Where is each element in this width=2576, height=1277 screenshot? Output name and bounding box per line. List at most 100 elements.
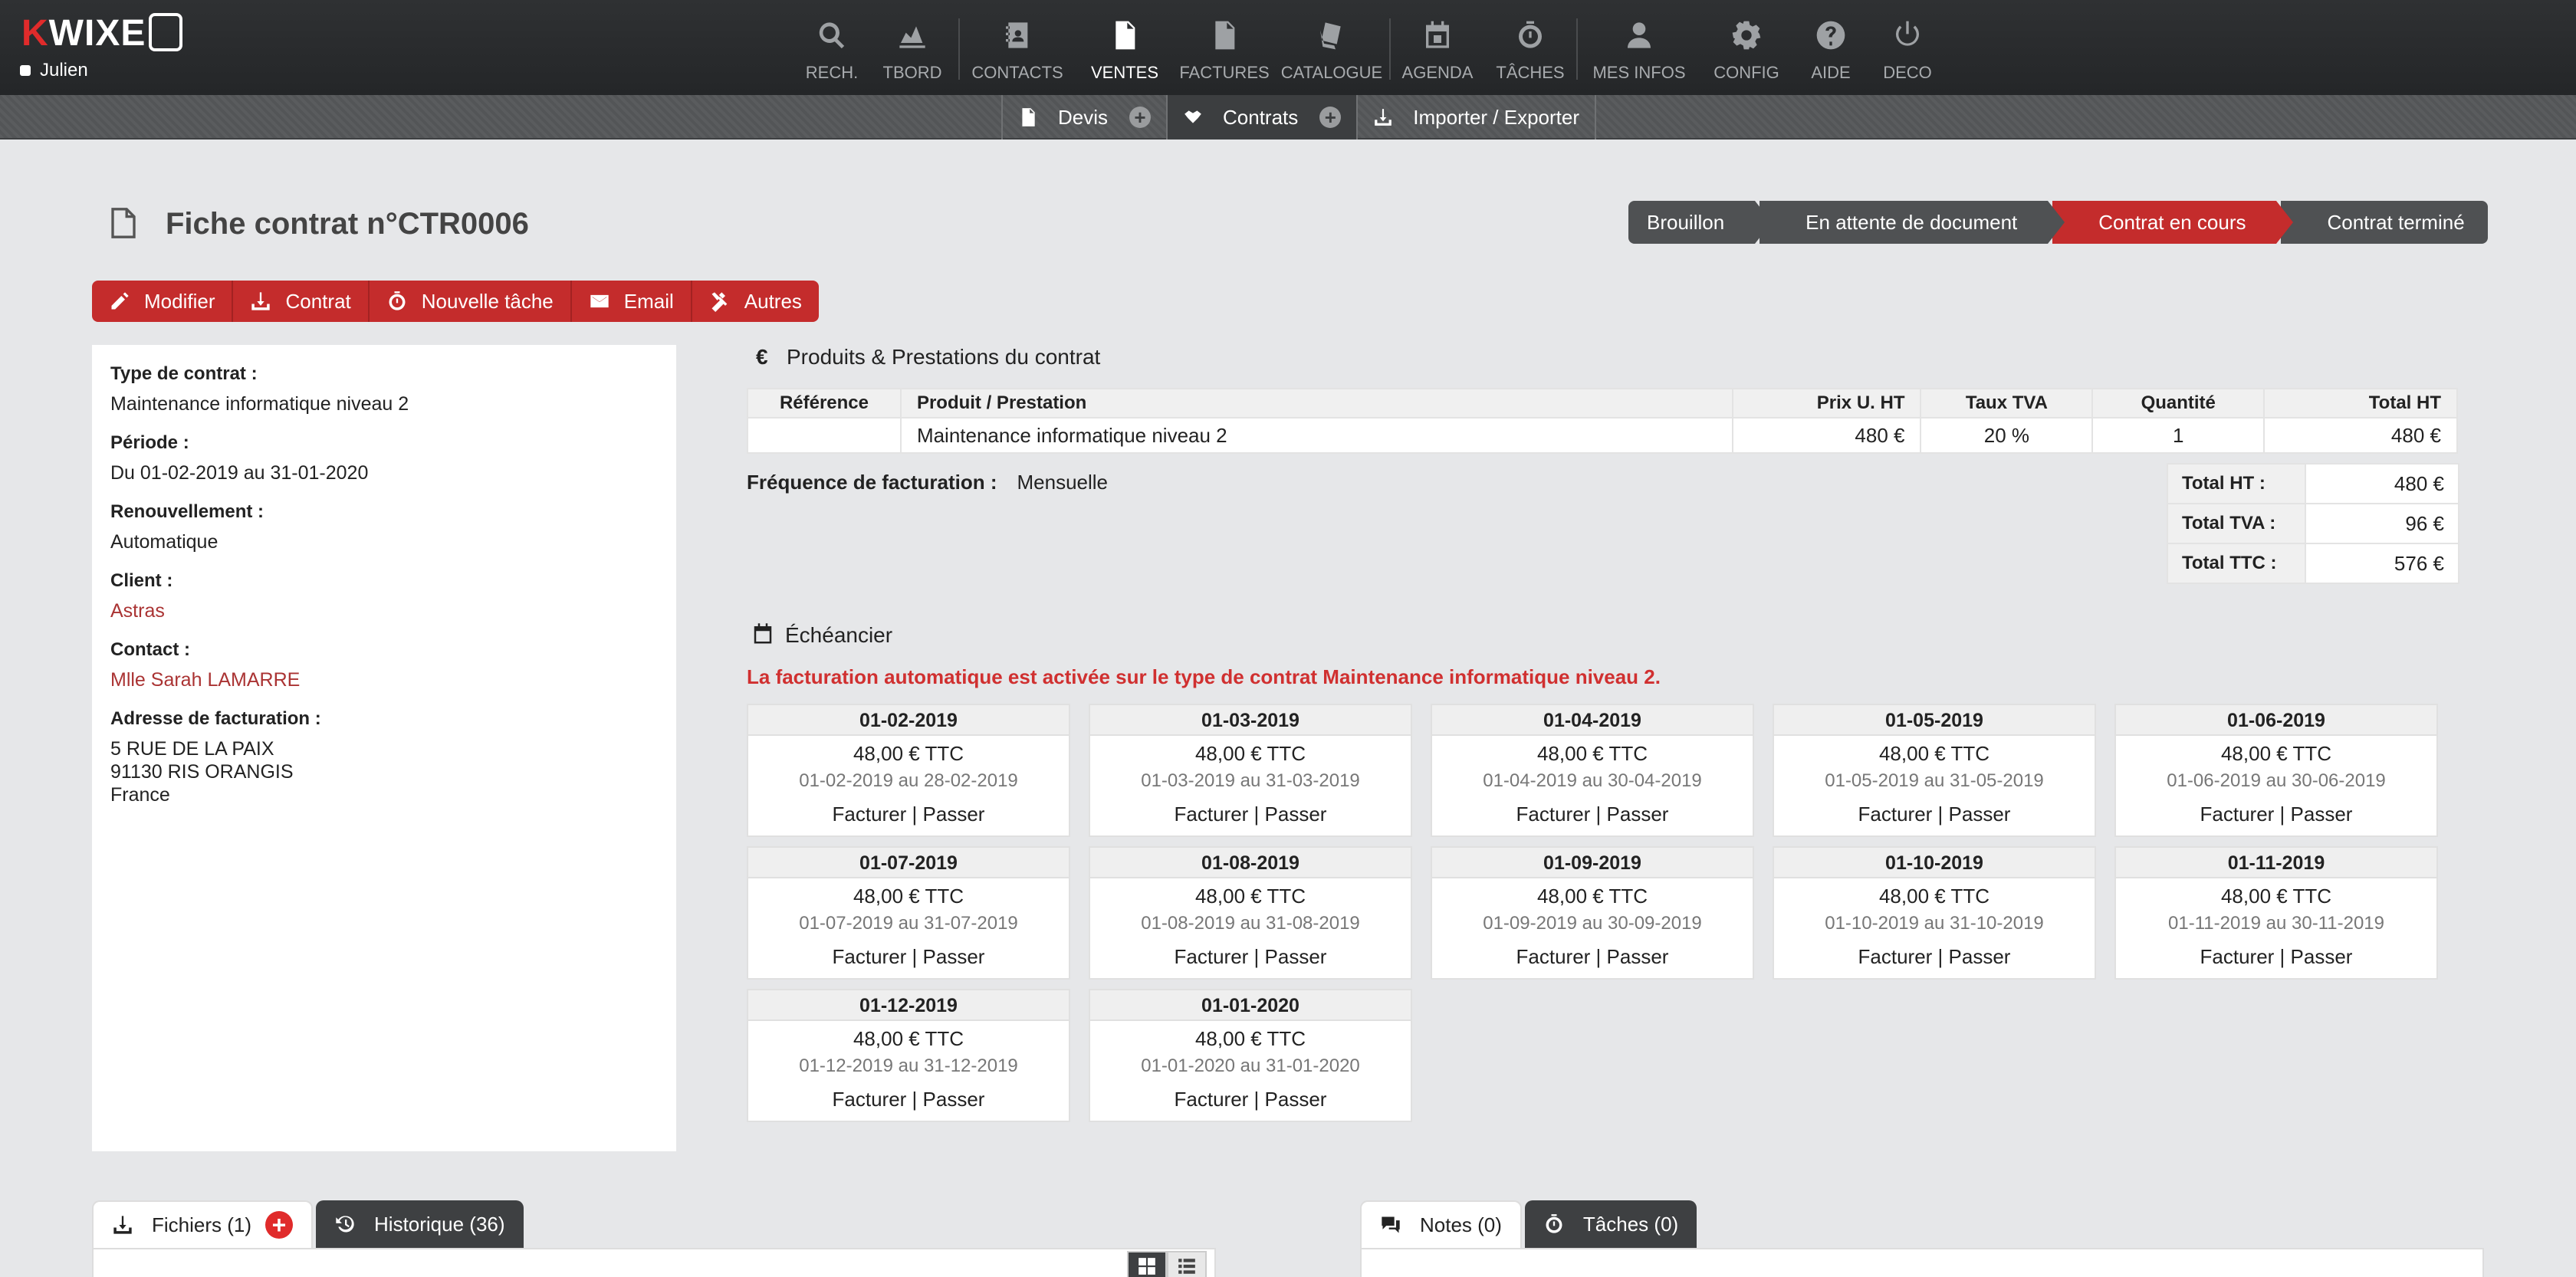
user-icon [1622,18,1656,52]
kwixeo-logo[interactable]: KWIXE [21,12,183,54]
calculator-icon [149,13,183,51]
nav-agenda[interactable]: AGENDA [1391,0,1484,95]
envelope-icon [590,294,609,308]
facturer-passer-link[interactable]: Facturer | Passer [1432,945,1753,969]
tab-fichiers[interactable]: Fichiers (1) + [92,1200,314,1248]
echeance-card: 01-04-2019 48,00 € TTC 01-04-2019 au 30-… [1431,704,1754,837]
email-button[interactable]: Email [572,281,692,322]
calendar-icon [1421,18,1454,52]
echeance-card: 01-11-2019 48,00 € TTC 01-11-2019 au 30-… [2114,846,2438,980]
address-book-icon [1001,18,1034,52]
adresse-value: 5 RUE DE LA PAIX 91130 RIS ORANGIS Franc… [110,738,294,806]
step-contrat-termine[interactable]: Contrat terminé [2281,201,2488,244]
power-icon [1891,18,1924,52]
nav-rech[interactable]: RECH. [797,0,866,95]
type-value: Maintenance informatique niveau 2 [110,393,409,415]
subnav-import-export[interactable]: Importer / Exporter [1356,95,1597,140]
total-tva-label: Total TVA : [2167,503,2306,544]
step-attente-document[interactable]: En attente de document [1760,201,2065,244]
download-icon [251,292,271,310]
col-tva: Taux TVA [1920,388,2094,419]
col-produit: Produit / Prestation [899,388,1733,419]
facturer-passer-link[interactable]: Facturer | Passer [2116,945,2436,969]
echeance-card: 01-03-2019 48,00 € TTC 01-03-2019 au 31-… [1089,704,1412,837]
grid-icon [1138,1258,1155,1275]
modifier-button[interactable]: Modifier [92,281,234,322]
facturer-passer-link[interactable]: Facturer | Passer [748,803,1069,826]
list-view-button[interactable] [1167,1251,1207,1277]
nav-contacts[interactable]: CONTACTS [960,0,1075,95]
echeancier-section-title: Échéancier [751,622,892,648]
list-icon [1178,1259,1195,1274]
tab-notes[interactable]: Notes (0) [1360,1200,1522,1248]
stopwatch-icon [1513,18,1547,52]
chat-icon [1382,1216,1400,1233]
table-row: Maintenance informatique niveau 2 480 € … [747,417,2458,454]
nav-catalogue[interactable]: CATALOGUE [1274,0,1389,95]
tools-icon [711,292,728,312]
subnav-devis[interactable]: Devis + [1001,95,1166,140]
main-nav: RECH. TBORD CONTACTS VENTES FACTURES CAT… [797,0,1946,95]
contrat-download-button[interactable]: Contrat [233,281,370,322]
status-steps: Brouillon En attente de document Contrat… [1628,201,2488,244]
facturer-passer-link[interactable]: Facturer | Passer [1774,803,2095,826]
facturer-passer-link[interactable]: Facturer | Passer [748,1088,1069,1111]
periode-label: Période : [110,432,189,453]
col-prix: Prix U. HT [1731,388,1922,419]
periode-value: Du 01-02-2019 au 31-01-2020 [110,462,369,484]
add-file-icon[interactable]: + [265,1211,294,1239]
total-ht-value: 480 € [2305,463,2459,504]
facturer-passer-link[interactable]: Facturer | Passer [1090,803,1411,826]
facturer-passer-link[interactable]: Facturer | Passer [748,945,1069,969]
document-icon [111,208,136,238]
echeance-card: 01-05-2019 48,00 € TTC 01-05-2019 au 31-… [1773,704,2096,837]
search-icon [815,18,849,52]
facturer-passer-link[interactable]: Facturer | Passer [1774,945,2095,969]
tab-historique[interactable]: Historique (36) [316,1200,524,1248]
add-contrat-icon[interactable]: + [1319,107,1342,128]
frequence-facturation: Fréquence de facturation : Mensuelle [747,471,1109,494]
nav-tbord[interactable]: TBORD [866,0,958,95]
echeancier-grid: 01-02-2019 48,00 € TTC 01-02-2019 au 28-… [747,704,2441,1122]
echeance-card: 01-08-2019 48,00 € TTC 01-08-2019 au 31-… [1089,846,1412,980]
notes-tasks-tabs: Notes (0) Tâches (0) [1360,1200,1700,1248]
step-brouillon[interactable]: Brouillon [1628,201,1773,244]
view-toggle [1127,1251,1207,1277]
nav-factures[interactable]: FACTURES [1175,0,1274,95]
facturer-passer-link[interactable]: Facturer | Passer [1432,803,1753,826]
client-link[interactable]: Astras [110,599,658,622]
tab-taches[interactable]: Tâches (0) [1524,1200,1697,1248]
facturer-passer-link[interactable]: Facturer | Passer [1090,1088,1411,1111]
echeance-card: 01-09-2019 48,00 € TTC 01-09-2019 au 30-… [1431,846,1754,980]
invoice-icon [1208,18,1241,52]
grid-view-button[interactable] [1127,1251,1167,1277]
nav-taches[interactable]: TÂCHES [1484,0,1576,95]
nav-aide[interactable]: AIDE [1792,0,1869,95]
renouvellement-value: Automatique [110,531,219,553]
autres-button[interactable]: Autres [692,281,819,322]
echeance-card: 01-01-2020 48,00 € TTC 01-01-2020 au 31-… [1089,989,1412,1122]
add-devis-icon[interactable]: + [1129,107,1152,128]
nav-config[interactable]: CONFIG [1700,0,1792,95]
document-icon [1022,108,1035,126]
echeance-card: 01-06-2019 48,00 € TTC 01-06-2019 au 30-… [2114,704,2438,837]
download-icon [113,1216,132,1234]
chart-icon [895,18,929,52]
nav-mes-infos[interactable]: MES INFOS [1578,0,1700,95]
col-total: Total HT [2263,388,2458,419]
echeance-card: 01-07-2019 48,00 € TTC 01-07-2019 au 31-… [747,846,1070,980]
facturer-passer-link[interactable]: Facturer | Passer [1090,945,1411,969]
files-panel [92,1248,1216,1277]
nav-ventes[interactable]: VENTES [1075,0,1175,95]
step-contrat-en-cours[interactable]: Contrat en cours [2052,201,2294,244]
page-title: Fiche contrat n°CTR0006 [166,207,529,241]
lock-icon [20,65,31,76]
total-tva-value: 96 € [2305,503,2459,544]
facturer-passer-link[interactable]: Facturer | Passer [2116,803,2436,826]
nouvelle-tache-button[interactable]: Nouvelle tâche [370,281,572,322]
contact-link[interactable]: Mlle Sarah LAMARRE [110,668,658,691]
products-table: Référence Produit / Prestation Prix U. H… [747,388,2458,454]
subnav-contrats[interactable]: Contrats + [1166,95,1357,140]
nav-deco[interactable]: DECO [1869,0,1946,95]
files-history-tabs: Fichiers (1) + Historique (36) [92,1200,527,1248]
